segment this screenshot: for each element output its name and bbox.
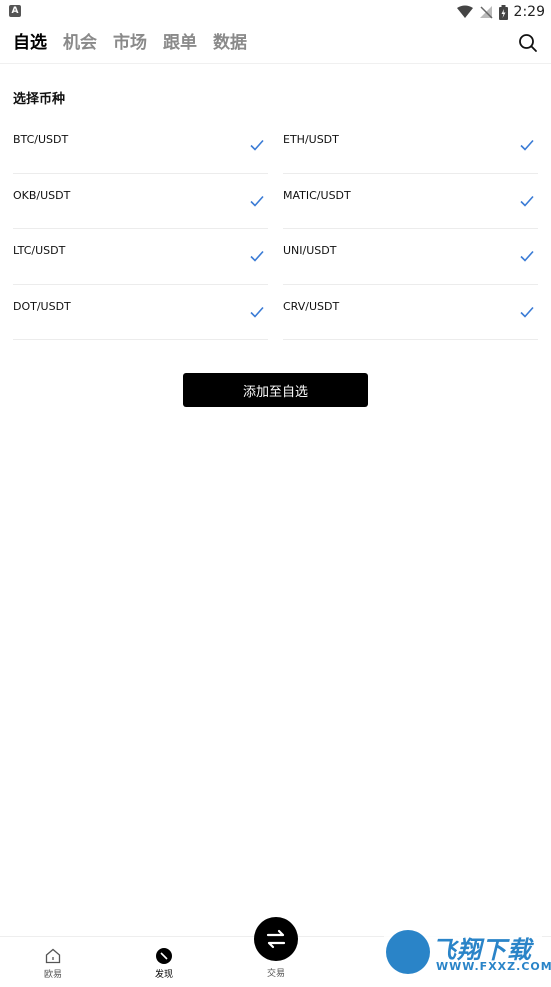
- trade-label: 交易: [266, 969, 285, 979]
- coin-label: ETH/USDT: [283, 133, 339, 146]
- watermark-sub: WWW.FXXZ.COM: [436, 960, 551, 973]
- tab-watchlist[interactable]: 自选: [13, 32, 47, 54]
- coin-option-crv[interactable]: CRV/USDT: [283, 285, 538, 340]
- check-icon: [250, 139, 264, 151]
- coin-row: OKB/USDT MATIC/USDT: [13, 174, 538, 229]
- coin-option-btc[interactable]: BTC/USDT: [13, 118, 268, 174]
- wifi-icon: [456, 5, 473, 19]
- coin-option-matic[interactable]: MATIC/USDT: [283, 174, 538, 229]
- check-icon: [250, 250, 264, 262]
- search-button[interactable]: [518, 33, 538, 53]
- coin-label: LTC/USDT: [13, 244, 66, 257]
- coin-label: UNI/USDT: [283, 244, 337, 257]
- tab-bar: 自选 机会 市场 跟单 数据: [13, 32, 263, 54]
- coin-label: CRV/USDT: [283, 299, 340, 313]
- coin-option-eth[interactable]: ETH/USDT: [283, 118, 538, 174]
- coin-label: OKB/USDT: [13, 188, 71, 202]
- check-icon: [250, 306, 264, 318]
- watermark-circle-icon: [386, 930, 430, 974]
- nav-label: 欧易: [43, 970, 62, 980]
- coin-label: BTC/USDT: [13, 133, 69, 146]
- no-signal-icon: [479, 5, 493, 19]
- tab-opportunities[interactable]: 机会: [63, 32, 97, 54]
- home-icon: [45, 948, 61, 964]
- coin-label: DOT/USDT: [13, 299, 71, 313]
- coin-option-dot[interactable]: DOT/USDT: [13, 285, 268, 340]
- coin-row: BTC/USDT ETH/USDT: [13, 118, 538, 174]
- status-icons: 2:29: [456, 2, 545, 22]
- tab-market[interactable]: 市场: [113, 32, 147, 54]
- app-notification-icon: A: [9, 5, 21, 17]
- check-icon: [250, 195, 264, 207]
- add-to-watchlist-button[interactable]: 添加至自选: [183, 373, 368, 407]
- check-icon: [520, 139, 534, 151]
- coin-option-ltc[interactable]: LTC/USDT: [13, 229, 268, 285]
- trade-button[interactable]: [254, 917, 298, 961]
- search-icon: [519, 34, 537, 52]
- coin-option-okb[interactable]: OKB/USDT: [13, 174, 268, 229]
- nav-item-home[interactable]: 欧易: [23, 947, 83, 980]
- nav-label: 发现: [154, 970, 173, 980]
- top-nav: 自选 机会 市场 跟单 数据: [0, 24, 551, 64]
- coin-option-uni[interactable]: UNI/USDT: [283, 229, 538, 285]
- compass-icon: [156, 948, 172, 964]
- watermark-logo: 飞翔下载 WWW.FXXZ.COM: [384, 928, 551, 976]
- coin-grid: BTC/USDT ETH/USDT OKB/USDT MATIC/USDT LT…: [13, 118, 538, 340]
- coin-label: MATIC/USDT: [283, 188, 351, 202]
- check-icon: [520, 250, 534, 262]
- tab-data[interactable]: 数据: [213, 32, 247, 54]
- status-time: 2:29: [513, 4, 545, 20]
- status-bar: A 2:29: [0, 0, 551, 24]
- check-icon: [520, 195, 534, 207]
- coin-row: LTC/USDT UNI/USDT: [13, 229, 538, 285]
- coin-row: DOT/USDT CRV/USDT: [13, 285, 538, 340]
- battery-icon: [498, 4, 508, 20]
- section-title: 选择币种: [13, 92, 66, 107]
- tab-copy-trading[interactable]: 跟单: [163, 32, 197, 54]
- check-icon: [520, 306, 534, 318]
- swap-icon: [266, 929, 286, 949]
- nav-item-discover[interactable]: 发现: [134, 947, 194, 980]
